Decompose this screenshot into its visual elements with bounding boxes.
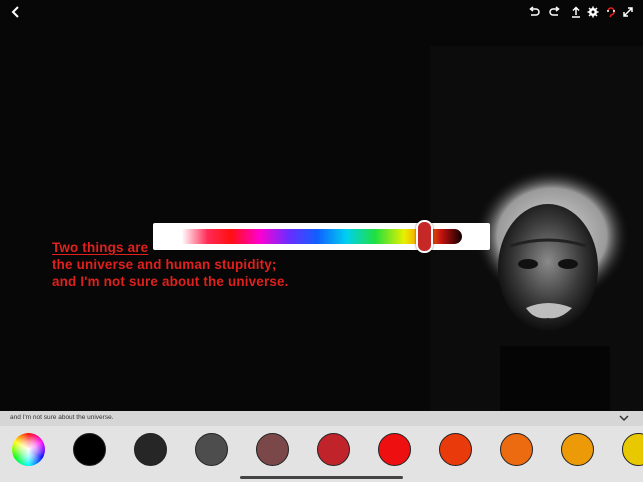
quote-line-2: the universe and human stupidity; <box>52 257 277 272</box>
fullscreen-icon[interactable] <box>620 4 636 20</box>
settings-icon[interactable] <box>585 4 601 20</box>
redo-icon[interactable] <box>547 4 563 20</box>
color-swatch[interactable] <box>195 433 228 466</box>
color-swatch[interactable] <box>317 433 350 466</box>
color-swatch[interactable] <box>73 433 106 466</box>
color-swatch[interactable] <box>134 433 167 466</box>
text-preview-bar: and I'm not sure about the universe. <box>0 411 643 426</box>
magnet-icon[interactable] <box>603 4 619 20</box>
hue-slider[interactable] <box>153 220 490 253</box>
export-icon[interactable] <box>568 4 584 20</box>
hue-slider-thumb[interactable] <box>415 220 433 253</box>
color-swatch[interactable] <box>561 433 594 466</box>
color-swatch[interactable] <box>378 433 411 466</box>
undo-icon[interactable] <box>526 4 542 20</box>
color-swatch[interactable] <box>500 433 533 466</box>
color-swatch[interactable] <box>622 433 643 466</box>
text-preview: and I'm not sure about the universe. <box>10 414 114 421</box>
color-palette <box>0 426 643 482</box>
color-swatch[interactable] <box>439 433 472 466</box>
chevron-down-icon[interactable] <box>618 413 629 424</box>
home-indicator <box>240 476 403 479</box>
color-wheel-icon[interactable] <box>12 433 45 466</box>
canvas[interactable] <box>0 0 643 411</box>
back-icon[interactable] <box>8 4 24 20</box>
quote-line-3: and I'm not sure about the universe. <box>52 274 289 289</box>
color-swatch[interactable] <box>256 433 289 466</box>
